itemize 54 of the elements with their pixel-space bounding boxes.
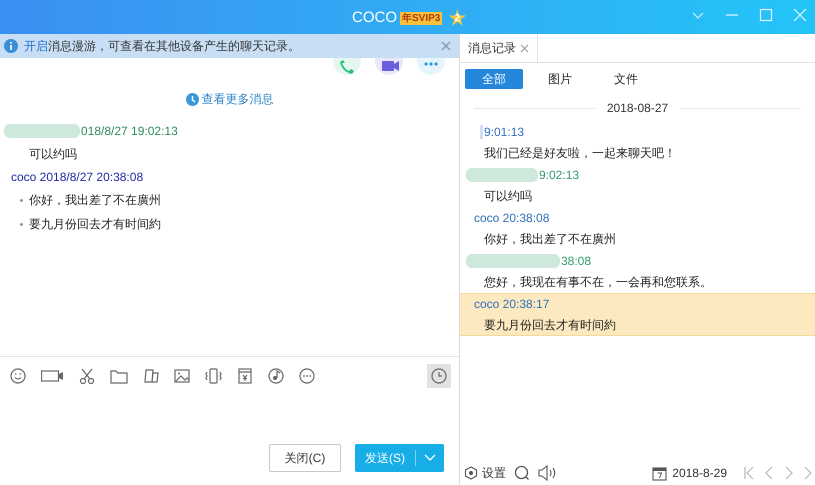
message-header: coco 20:38:17	[474, 296, 550, 313]
image-icon[interactable]	[174, 368, 190, 384]
view-more-messages-link[interactable]: 查看更多消息	[202, 90, 274, 108]
filter-tab[interactable]: 图片	[531, 69, 589, 89]
notice-text: 开启消息漫游，可查看在其他设备产生的聊天记录。	[24, 38, 301, 55]
settings-icon[interactable]	[464, 466, 478, 480]
chevron-down-icon	[424, 454, 436, 462]
history-clock-button[interactable]	[427, 364, 451, 388]
history-message-row[interactable]: coco 20:38:08 你好，我出差了不在廣州	[460, 207, 815, 250]
calendar-icon[interactable]	[652, 466, 668, 480]
message-header: 38:08	[561, 253, 592, 270]
message-header: 9:01:13	[484, 124, 524, 141]
phone-vibrate-icon[interactable]	[205, 368, 222, 384]
history-message-row[interactable]: 38:08 您好，我现在有事不在，一会再和您联系。	[460, 250, 815, 293]
enable-roaming-link[interactable]: 开启	[24, 39, 48, 53]
message-text: 你好，我出差了不在廣州	[483, 230, 617, 248]
message-header: 018/8/27 19:02:13	[81, 123, 178, 140]
more-icon[interactable]	[299, 368, 315, 384]
message-header: coco 20:38:08	[474, 210, 550, 227]
message-text: 要九月份回去才有时间約	[29, 216, 161, 233]
speaker-icon[interactable]	[538, 465, 558, 481]
current-date: 2018-8-29	[672, 465, 727, 482]
history-message-row[interactable]: 9:02:13 可以约吗	[460, 164, 815, 207]
scissors-icon[interactable]	[79, 368, 95, 384]
vip-badge: 年SVIP3	[400, 12, 442, 25]
screenshot-shapes-icon[interactable]	[143, 368, 159, 384]
message-text: 我们已经是好友啦，一起来聊天吧！	[483, 144, 677, 162]
close-icon[interactable]	[520, 44, 529, 52]
clock-icon[interactable]	[186, 92, 198, 106]
history-message-row[interactable]: 9:01:13 我们已经是好友啦，一起来聊天吧！	[460, 121, 815, 164]
message-text: 要九月份回去才有时间約	[483, 316, 617, 334]
filter-tab[interactable]: 文件	[597, 69, 655, 89]
envelope-yuan-icon[interactable]	[237, 368, 253, 384]
more-icon	[424, 62, 438, 66]
message-text: 你好，我出差了不在廣州	[29, 192, 161, 209]
level-star-badge: 2	[448, 9, 466, 28]
history-message-row[interactable]: coco 20:38:17 要九月份回去才有时间約	[460, 293, 815, 336]
message-header: 9:02:13	[539, 167, 580, 184]
message-header: coco 2018/8/27 20:38:08	[11, 169, 144, 186]
search-icon[interactable]	[514, 465, 530, 481]
message-text: 可以约吗	[29, 146, 77, 163]
message-text: 您好，我现在有事不在，一会再和您联系。	[483, 274, 713, 290]
close-button[interactable]: 关闭(C)	[269, 444, 341, 472]
blurred-name	[466, 168, 538, 182]
smiley-icon[interactable]	[10, 368, 26, 384]
date-divider-label: 2018-08-27	[606, 100, 668, 117]
info-icon[interactable]	[4, 39, 18, 53]
folder-icon[interactable]	[110, 368, 128, 384]
filter-tab[interactable]: 全部	[465, 69, 523, 89]
message-text: 可以约吗	[483, 188, 533, 204]
music-note-icon[interactable]	[268, 368, 284, 384]
settings-link[interactable]: 设置	[482, 464, 506, 482]
window-title: COCO	[352, 8, 397, 28]
blurred-name	[480, 125, 483, 139]
